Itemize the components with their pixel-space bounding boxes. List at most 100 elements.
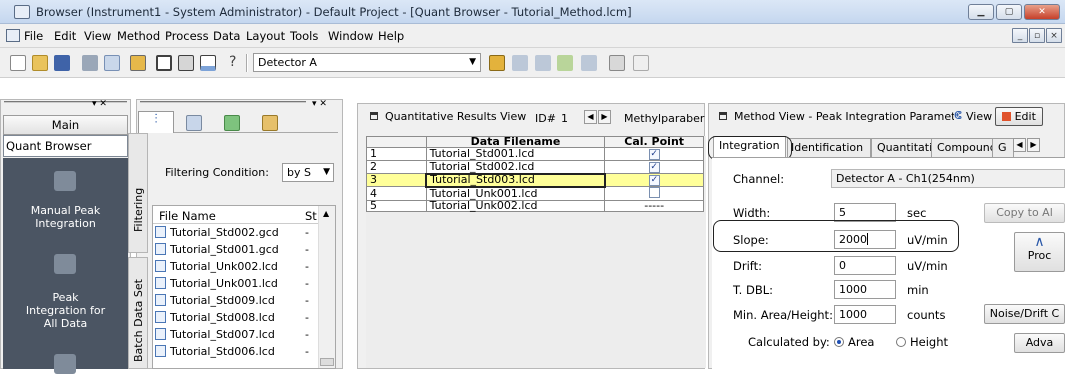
tab-more[interactable]: G (992, 138, 1014, 157)
open-folder-icon[interactable] (32, 55, 48, 71)
table-row[interactable]: 2 Tutorial_Std002.lcd ✓ (366, 160, 704, 174)
row-cal-point[interactable]: ✓ (604, 147, 704, 161)
layout-2-icon[interactable] (156, 55, 172, 71)
nav-quant-browser[interactable]: Quant Browser (3, 135, 128, 157)
flask-icon[interactable] (512, 55, 528, 71)
table-row[interactable]: 1 Tutorial_Std001.lcd ✓ (366, 147, 704, 161)
channel-value: Detector A - Ch1(254nm) (836, 172, 975, 185)
row-number: 3 (366, 173, 427, 187)
layout-1-icon[interactable] (130, 55, 146, 71)
peak-integration-icon[interactable] (54, 254, 76, 274)
menu-edit[interactable]: Edit (54, 29, 76, 43)
menu-method[interactable]: Method (117, 29, 160, 43)
tdbl-input[interactable]: 1000 (834, 280, 896, 299)
mdi-restore-button[interactable]: ▫ (1029, 28, 1045, 43)
row-filename[interactable]: Tutorial_Std001.lcd (425, 147, 606, 161)
menu-window[interactable]: Window (328, 29, 373, 43)
help-icon[interactable]: ? (229, 54, 236, 70)
min-area-input[interactable]: 1000 (834, 305, 896, 324)
detector-select[interactable]: Detector A ▼ (253, 53, 481, 72)
prev-compound-button[interactable]: ◀ (584, 110, 597, 124)
tools-tab-icon[interactable] (262, 115, 278, 131)
col-cal-point[interactable]: Cal. Point (604, 136, 704, 148)
batch-side-tab[interactable]: Batch Data Set (128, 257, 148, 369)
file-list-item[interactable]: Tutorial_Std002.gcd - (155, 225, 345, 241)
file-list-item[interactable]: Tutorial_Std008.lcd - (155, 310, 345, 326)
report-icon[interactable] (633, 55, 649, 71)
table-tab-icon[interactable] (224, 115, 240, 131)
flask-check-icon[interactable] (557, 55, 573, 71)
checkbox-checked[interactable]: ✓ (648, 162, 660, 173)
nav-item-manual-peak[interactable]: Manual Peak Integration (3, 204, 128, 230)
col-file-name[interactable]: File Name (159, 209, 216, 223)
row-filename[interactable]: Tutorial_Std002.lcd (425, 160, 606, 174)
menu-view[interactable]: View (84, 29, 111, 43)
file-list-item[interactable]: Tutorial_Std009.lcd - (155, 293, 345, 309)
noise-drift-button[interactable]: Noise/Drift C (984, 304, 1065, 324)
channel-select[interactable]: Detector A - Ch1(254nm) (831, 169, 1065, 188)
print-icon[interactable] (82, 55, 98, 71)
data-tab-icon[interactable] (186, 115, 202, 131)
print-preview-icon[interactable] (104, 55, 120, 71)
nav-item-peak-integration-all[interactable]: Peak Integration for All Data (3, 291, 128, 330)
filtering-side-tab[interactable]: Filtering (128, 133, 148, 253)
calc-area-radio[interactable]: Area (834, 335, 874, 349)
flask-2-icon[interactable] (535, 55, 551, 71)
mdi-minimize-button[interactable]: _ (1012, 28, 1028, 43)
filter-select-value: by S (287, 166, 311, 179)
calculator-icon[interactable] (609, 55, 625, 71)
menu-layout[interactable]: Layout (246, 29, 285, 43)
drift-input[interactable]: 0 (834, 256, 896, 275)
col-status[interactable]: St (305, 209, 317, 223)
checkbox-checked[interactable]: ✓ (648, 149, 660, 160)
file-list-item[interactable]: Tutorial_Std006.lcd - (155, 344, 345, 360)
calc-height-radio[interactable]: Height (896, 335, 948, 349)
menu-tools[interactable]: Tools (290, 29, 318, 43)
scroll-up-icon[interactable]: ▲ (323, 209, 329, 218)
menu-file[interactable]: File (24, 29, 43, 43)
mdi-close-button[interactable]: × (1046, 28, 1062, 43)
row-cal-point[interactable]: ✓ (604, 173, 704, 187)
checkbox-checked[interactable]: ✓ (648, 175, 660, 186)
nav-panel-controls[interactable]: ▾ ✕ (92, 99, 107, 109)
view-button[interactable]: View (966, 110, 992, 123)
menu-process[interactable]: Process (165, 29, 209, 43)
row-filename[interactable]: Tutorial_Unk002.lcd (425, 200, 606, 212)
layout-4-icon[interactable] (200, 55, 216, 71)
maximize-button[interactable]: ▢ (996, 4, 1022, 20)
menu-help[interactable]: Help (378, 29, 404, 43)
tab-scroll-left[interactable]: ◀ (1013, 138, 1026, 152)
col-data-filename[interactable]: Data Filename (425, 136, 606, 148)
minimize-button[interactable]: ▁ (968, 4, 994, 20)
row-cal-point[interactable]: ----- (604, 200, 704, 212)
file-list-item[interactable]: Tutorial_Unk002.lcd - (155, 259, 345, 275)
close-button[interactable]: ✕ (1024, 4, 1060, 20)
new-file-icon[interactable] (10, 55, 26, 71)
process-button[interactable]: ∧ Proc (1014, 232, 1065, 272)
nav-main-button[interactable]: Main (3, 115, 128, 135)
menu-data[interactable]: Data (213, 29, 240, 43)
tab-identification[interactable]: Identification (787, 138, 871, 157)
file-list-item[interactable]: Tutorial_Std007.lcd - (155, 327, 345, 343)
nav-more-icon[interactable] (54, 354, 76, 374)
peak-table-icon[interactable] (489, 55, 505, 71)
flask-3-icon[interactable] (581, 55, 597, 71)
table-row[interactable]: 5 Tutorial_Unk002.lcd ----- (366, 200, 704, 212)
checkbox-unchecked[interactable] (648, 187, 660, 198)
save-icon[interactable] (54, 55, 70, 71)
table-row[interactable]: 3 Tutorial_Std003.lcd ✓ (366, 172, 704, 188)
advanced-button[interactable]: Adva (1014, 333, 1065, 353)
file-panel-controls[interactable]: ▾ ✕ (312, 99, 327, 109)
row-cal-point[interactable]: ✓ (604, 160, 704, 174)
edit-button[interactable]: Edit (995, 107, 1043, 126)
copy-to-all-button[interactable]: Copy to Al (984, 203, 1065, 223)
layout-3-icon[interactable] (178, 55, 194, 71)
filter-select[interactable]: by S ▼ (282, 163, 334, 182)
manual-integration-icon[interactable] (54, 171, 76, 191)
next-compound-button[interactable]: ▶ (598, 110, 611, 124)
row-filename[interactable]: Tutorial_Std003.lcd (425, 172, 606, 188)
file-list-item[interactable]: Tutorial_Unk001.lcd - (155, 276, 345, 292)
tab-scroll-right[interactable]: ▶ (1027, 138, 1040, 152)
chart-tab-icon[interactable]: ⫶ (138, 111, 174, 133)
file-list-item[interactable]: Tutorial_Std001.gcd - (155, 242, 345, 258)
